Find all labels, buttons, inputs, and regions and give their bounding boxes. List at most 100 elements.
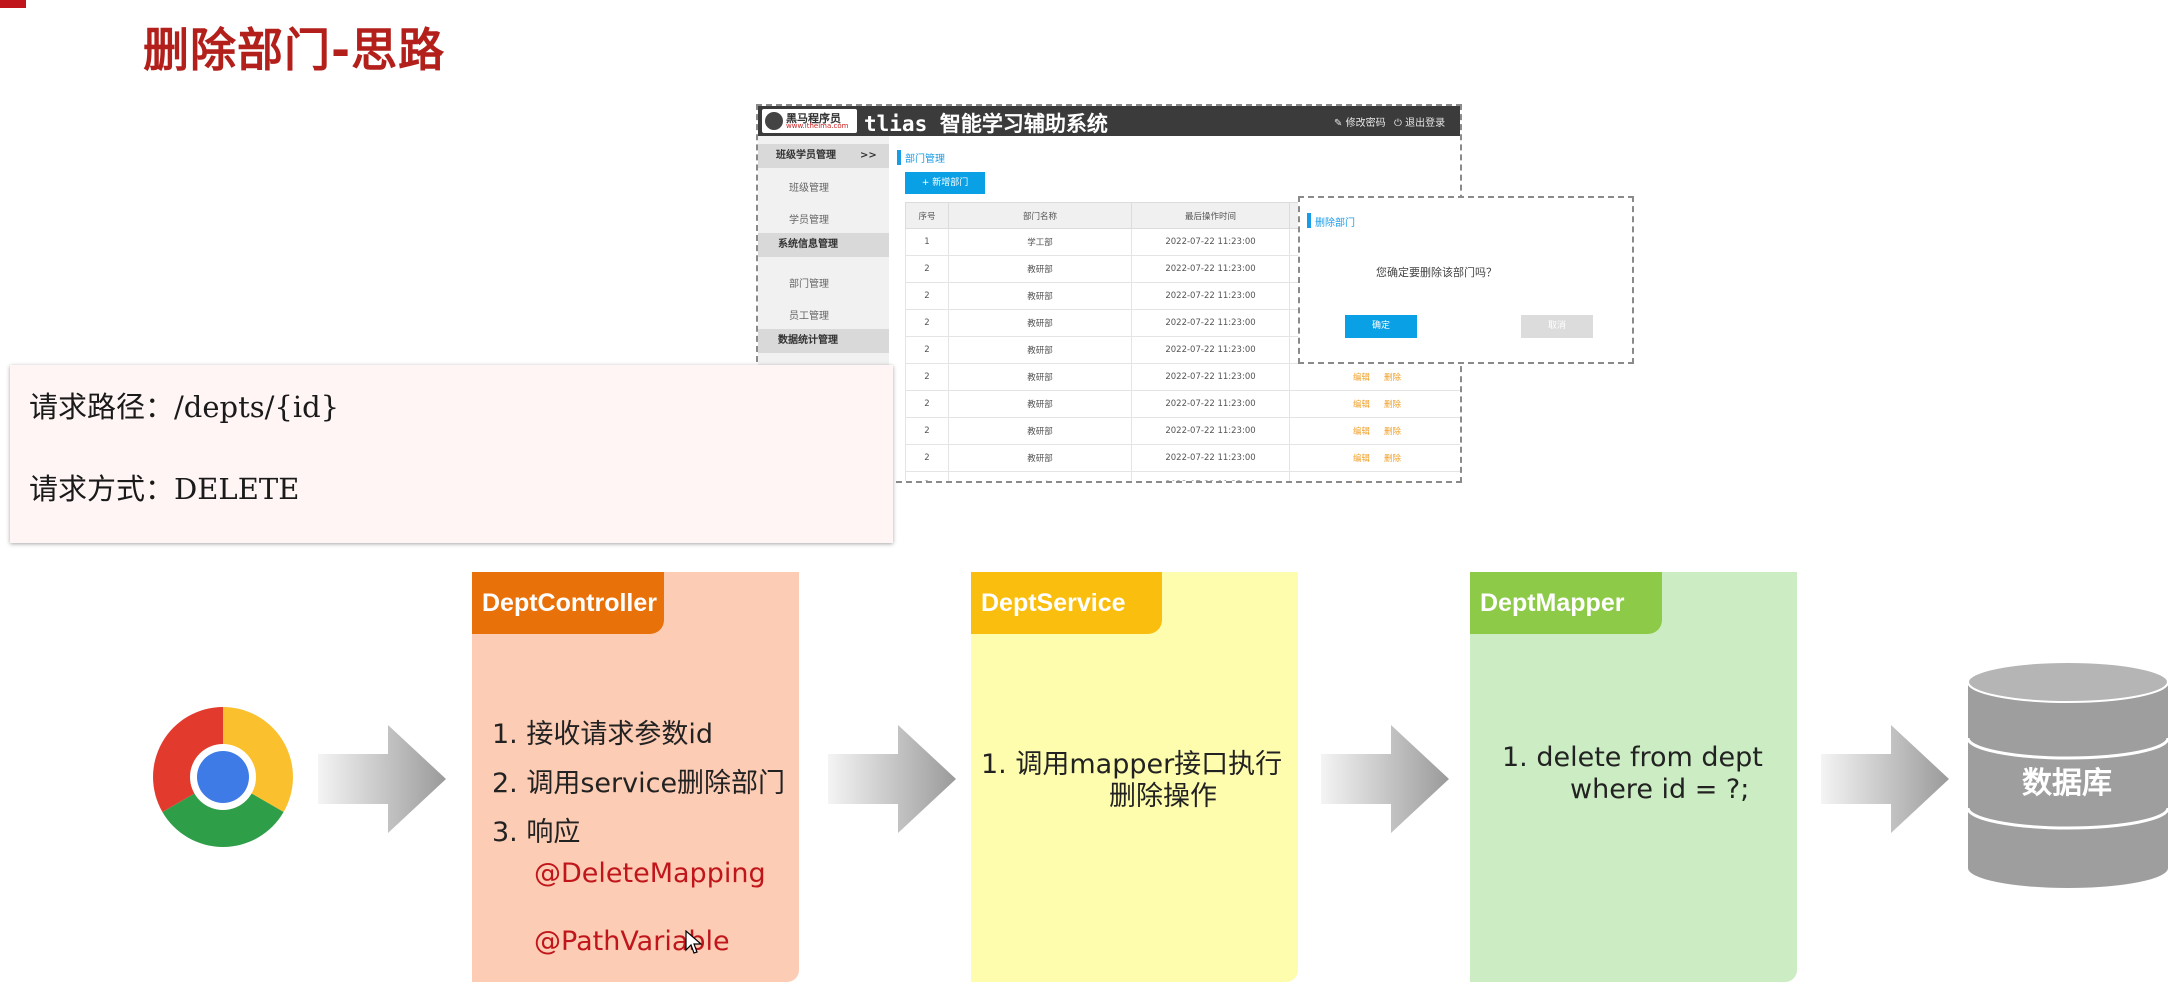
sidebar-group-stats[interactable]: 数据统计管理 — [758, 329, 889, 353]
logo-subtext: www.itheima.com — [786, 122, 849, 130]
app-title: tlias 智能学习辅助系统 — [864, 112, 1108, 136]
sidebar-item-class[interactable]: 班级管理 — [789, 179, 829, 194]
confirm-button[interactable]: 确定 — [1345, 315, 1417, 338]
cell-name: 学工部 — [948, 228, 1132, 256]
table-row: 2教研部2022-07-22 11:23:00 编辑 删除 — [905, 444, 1460, 472]
cell-name: 教研部 — [948, 471, 1132, 481]
controller-step: 3. 响应 — [492, 817, 581, 848]
cell-time: 2022-07-22 11:23:00 — [1131, 309, 1290, 337]
mapper-step: where id = ?; — [1570, 774, 1750, 805]
chrome-icon — [153, 707, 293, 847]
cell-time: 2022-07-22 11:23:00 — [1131, 417, 1290, 445]
sidebar-item-student[interactable]: 学员管理 — [789, 211, 829, 226]
delete-link[interactable]: 删除 — [1384, 373, 1401, 383]
app-header: 黑马程序员 www.itheima.com tlias 智能学习辅助系统 ✎ 修… — [758, 106, 1460, 136]
app-logo: 黑马程序员 www.itheima.com — [762, 109, 857, 133]
table-row: 2教研部2022-07-22 11:23:00 编辑 删除 — [905, 471, 1460, 483]
arrow-right-icon — [1321, 725, 1449, 833]
change-password-link[interactable]: ✎ 修改密码 — [1334, 114, 1386, 129]
col-index: 序号 — [905, 202, 949, 229]
sidebar-group-system[interactable]: 系统信息管理 — [758, 233, 889, 257]
cell-time: 2022-07-22 11:23:00 — [1131, 228, 1290, 256]
cell-name: 教研部 — [948, 336, 1132, 364]
cell-index: 2 — [905, 444, 949, 472]
request-method-value: DELETE — [174, 472, 300, 506]
sidebar-item-employee[interactable]: 员工管理 — [789, 307, 829, 322]
pencil-icon: ✎ — [1334, 118, 1343, 129]
cell-index: 2 — [905, 363, 949, 391]
controller-card-title: DeptController — [472, 572, 664, 634]
col-name: 部门名称 — [948, 202, 1132, 229]
cell-name: 教研部 — [948, 255, 1132, 283]
dialog-message: 您确定要删除该部门吗？ — [1376, 266, 1497, 279]
arrow-right-icon — [828, 725, 956, 833]
dialog-title: 删除部门 — [1315, 218, 1355, 229]
service-step: 删除操作 — [1109, 781, 1217, 812]
power-icon: ⏻ — [1394, 118, 1402, 129]
delete-dialog: 删除部门 您确定要删除该部门吗？ 确定 取消 — [1298, 196, 1634, 364]
table-row: 2教研部2022-07-22 11:23:00 编辑 删除 — [905, 363, 1460, 391]
breadcrumb-bar — [897, 150, 901, 165]
corner-accent — [0, 0, 26, 8]
mouse-cursor-icon — [685, 930, 703, 954]
cell-time: 2022-07-22 11:23:00 — [1131, 444, 1290, 472]
add-dept-button[interactable]: + 新增部门 — [905, 172, 985, 194]
edit-link[interactable]: 编辑 — [1353, 481, 1370, 483]
controller-card: DeptController 1. 接收请求参数id 2. 调用service删… — [472, 572, 799, 982]
request-method-line: 请求方式：DELETE — [29, 466, 299, 508]
cell-ops: 编辑 删除 — [1289, 363, 1460, 391]
cell-time: 2022-07-22 11:23:00 — [1131, 255, 1290, 283]
cell-ops: 编辑 删除 — [1289, 390, 1460, 418]
cell-index: 2 — [905, 390, 949, 418]
cell-time: 2022-07-22 11:23:00 — [1131, 363, 1290, 391]
chevron-right-icon: >> — [860, 150, 877, 161]
cell-time: 2022-07-22 11:23:00 — [1131, 471, 1290, 481]
delete-link[interactable]: 删除 — [1384, 454, 1401, 464]
cell-name: 教研部 — [948, 363, 1132, 391]
delete-link[interactable]: 删除 — [1384, 400, 1401, 410]
cell-time: 2022-07-22 11:23:00 — [1131, 390, 1290, 418]
mapper-card: DeptMapper 1. delete from dept where id … — [1470, 572, 1797, 982]
cancel-button[interactable]: 取消 — [1521, 315, 1593, 338]
controller-step: 2. 调用service删除部门 — [492, 768, 786, 799]
table-row: 2教研部2022-07-22 11:23:00 编辑 删除 — [905, 417, 1460, 445]
delete-link[interactable]: 删除 — [1384, 481, 1401, 483]
edit-link[interactable]: 编辑 — [1353, 427, 1370, 437]
annotation-delete-mapping: @DeleteMapping — [534, 858, 766, 889]
cell-time: 2022-07-22 11:23:00 — [1131, 336, 1290, 364]
sidebar-group-class-student[interactable]: 班级学员管理 >> — [758, 144, 889, 168]
logout-link[interactable]: ⏻ 退出登录 — [1394, 114, 1445, 129]
mapper-card-title: DeptMapper — [1470, 572, 1662, 634]
cell-index: 2 — [905, 417, 949, 445]
request-path-value: /depts/{id} — [174, 390, 340, 424]
cell-ops: 编辑 删除 — [1289, 417, 1460, 445]
request-path-label: 请求路径： — [29, 390, 175, 424]
cell-ops: 编辑 删除 — [1289, 471, 1460, 483]
edit-link[interactable]: 编辑 — [1353, 373, 1370, 383]
cell-name: 教研部 — [948, 282, 1132, 310]
controller-step: 1. 接收请求参数id — [492, 719, 713, 750]
logo-mark-icon — [765, 112, 783, 130]
edit-link[interactable]: 编辑 — [1353, 454, 1370, 464]
delete-link[interactable]: 删除 — [1384, 427, 1401, 437]
dialog-title-bar — [1307, 213, 1311, 228]
cell-time: 2022-07-22 11:23:00 — [1131, 282, 1290, 310]
arrow-right-icon — [318, 725, 446, 833]
breadcrumb: 部门管理 — [905, 154, 945, 165]
cell-name: 教研部 — [948, 417, 1132, 445]
cell-index: 2 — [905, 336, 949, 364]
cell-index: 1 — [905, 228, 949, 256]
cell-ops: 编辑 删除 — [1289, 444, 1460, 472]
cell-name: 教研部 — [948, 390, 1132, 418]
cell-name: 教研部 — [948, 309, 1132, 337]
sidebar-item-dept[interactable]: 部门管理 — [789, 275, 829, 290]
arrow-right-icon — [1821, 725, 1949, 833]
slide-title: 删除部门-思路 — [143, 23, 446, 77]
col-time: 最后操作时间 — [1131, 202, 1290, 229]
cell-index: 2 — [905, 471, 949, 481]
cell-index: 2 — [905, 255, 949, 283]
cell-index: 2 — [905, 309, 949, 337]
database-label: 数据库 — [2022, 766, 2112, 801]
request-method-label: 请求方式： — [29, 472, 175, 506]
edit-link[interactable]: 编辑 — [1353, 400, 1370, 410]
